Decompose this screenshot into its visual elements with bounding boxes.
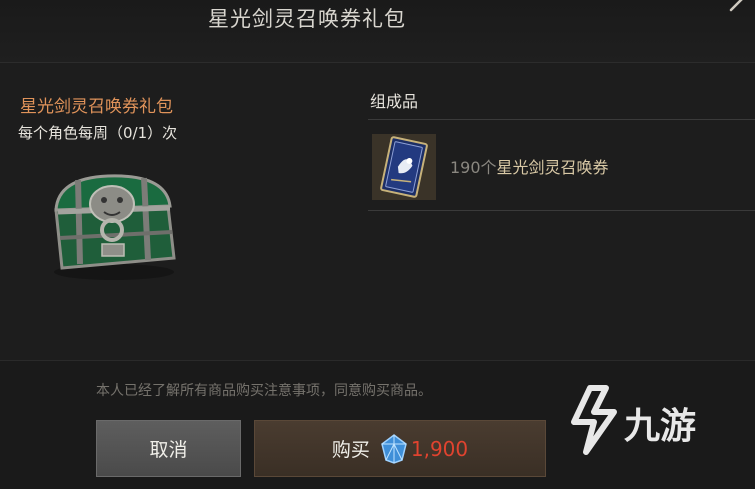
cancel-button[interactable]: 取消 <box>96 420 241 477</box>
dialog-title: 星光剑灵召唤券礼包 <box>208 7 406 31</box>
component-item[interactable]: 190个星光剑灵召唤券 <box>368 128 755 210</box>
blue-gem-icon <box>381 433 407 464</box>
buy-label: 购买 <box>331 439 370 461</box>
divider <box>368 119 755 120</box>
component-quantity: 190个 <box>450 158 497 177</box>
divider <box>368 210 755 211</box>
9game-logo-icon: 九游 <box>571 385 696 455</box>
buy-button[interactable]: 购买 1,900 <box>254 420 546 477</box>
component-label: 190个星光剑灵召唤券 <box>450 154 609 178</box>
summon-card-icon <box>372 134 436 200</box>
components-heading: 组成品 <box>370 92 419 111</box>
watermark-text: 九游 <box>624 406 696 447</box>
item-name: 星光剑灵召唤券礼包 <box>20 97 173 117</box>
dialog-header: 星光剑灵召唤券礼包 <box>0 0 755 63</box>
price: 1,900 <box>410 436 469 461</box>
component-name: 星光剑灵召唤券 <box>496 158 609 177</box>
close-icon[interactable] <box>729 0 747 12</box>
treasure-chest-icon <box>54 174 176 280</box>
purchase-limit: 每个角色每周（0/1）次 <box>18 124 178 142</box>
purchase-notice: 本人已经了解所有商品购买注意事项，同意购买商品。 <box>96 383 432 399</box>
